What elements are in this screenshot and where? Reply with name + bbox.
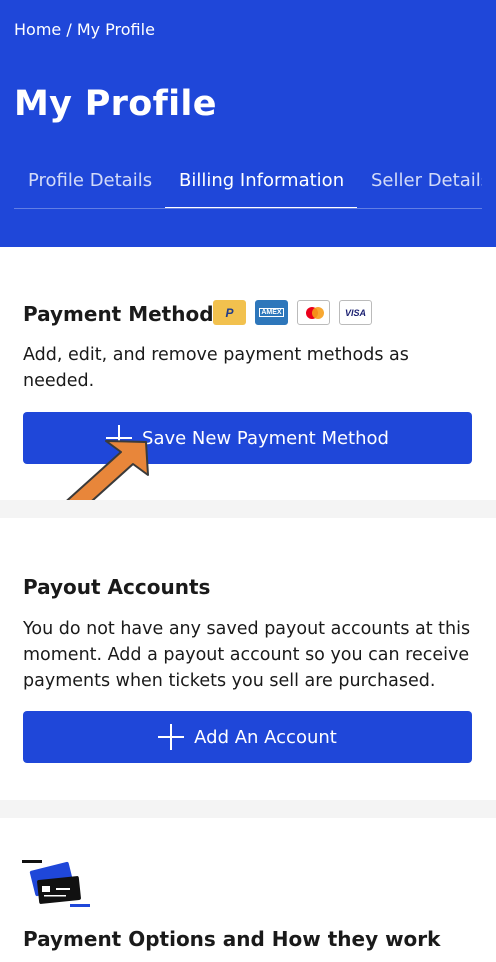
plus-icon (158, 724, 185, 750)
mastercard-yellow-circle (312, 307, 324, 319)
accepted-card-logos: P AMEX VISA (213, 300, 372, 326)
credit-card-illustration-icon (22, 860, 90, 907)
paypal-label: P (225, 305, 234, 320)
add-account-button[interactable]: Add An Account (23, 711, 472, 763)
payout-accounts-description: You do not have any saved payout account… (23, 619, 471, 691)
payout-accounts-title: Payout Accounts (23, 575, 211, 599)
profile-header: Home / My Profile My Profile Profile Det… (0, 0, 496, 247)
payment-methods-title: Payment Methods (23, 302, 226, 326)
amex-label: AMEX (259, 308, 284, 317)
save-new-payment-method-label: Save New Payment Method (142, 427, 389, 449)
amex-icon: AMEX (255, 300, 288, 325)
breadcrumb[interactable]: Home / My Profile (14, 20, 155, 39)
payment-methods-description: Add, edit, and remove payment methods as… (23, 345, 409, 391)
tab-seller-details[interactable]: Seller Details (371, 170, 482, 191)
payment-options-title: Payment Options and How they work (23, 927, 441, 951)
tab-billing-information[interactable]: Billing Information (179, 170, 344, 191)
section-divider (0, 800, 496, 818)
active-tab-indicator (165, 207, 357, 208)
add-account-label: Add An Account (194, 726, 337, 748)
visa-icon: VISA (339, 300, 372, 325)
paypal-icon: P (213, 300, 246, 325)
tab-bar: Profile Details Billing Information Sell… (14, 160, 482, 209)
mastercard-icon (297, 300, 330, 325)
page-title: My Profile (14, 84, 217, 124)
visa-label: VISA (344, 307, 366, 318)
tab-profile-details[interactable]: Profile Details (28, 170, 152, 191)
section-divider (0, 500, 496, 518)
